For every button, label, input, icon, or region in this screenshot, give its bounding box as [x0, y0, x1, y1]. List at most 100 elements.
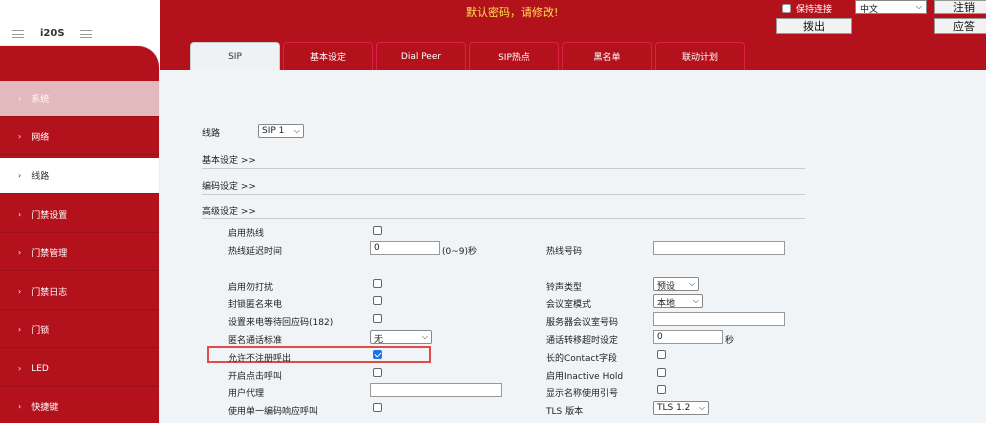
chevron-right-icon: ›: [18, 171, 22, 180]
click-to-call-label: 开启点击呼叫: [228, 372, 283, 382]
chevron-down-icon: ⌵: [692, 296, 699, 305]
hotline-delay-range: (0~9)秒: [442, 247, 478, 257]
chevron-right-icon: ›: [18, 210, 22, 219]
tls-version-select[interactable]: TLS 1.2 ⌵: [653, 401, 709, 415]
inactive-hold-checkbox[interactable]: [657, 368, 666, 377]
sidebar-item-label: 门禁管理: [31, 249, 68, 259]
chevron-right-icon: ›: [18, 132, 22, 141]
keep-connection-toggle[interactable]: 保持连接: [782, 2, 832, 15]
tab-dial-peer[interactable]: Dial Peer: [376, 42, 466, 70]
tab-linkage-plan[interactable]: 联动计划: [655, 42, 745, 70]
conference-mode-value: 本地: [657, 299, 676, 309]
chevron-right-icon: ›: [18, 94, 22, 103]
chevron-down-icon: ⌵: [688, 279, 695, 288]
user-agent-label: 用户代理: [228, 389, 265, 399]
hotline-number-label: 热线号码: [546, 247, 583, 257]
tab-blacklist[interactable]: 黑名单: [562, 42, 652, 70]
chevron-down-icon: ⌵: [293, 126, 300, 135]
keep-connection-checkbox[interactable]: [782, 4, 791, 13]
display-name-quotes-checkbox[interactable]: [657, 385, 666, 394]
section-advanced[interactable]: 高级设定 >>: [202, 204, 256, 217]
dnd-checkbox[interactable]: [373, 279, 382, 288]
long-contact-label: 长的Contact字段: [546, 354, 618, 364]
sidebar-item-label: 快捷键: [31, 403, 59, 413]
chevron-right-icon: ›: [18, 325, 22, 334]
long-contact-checkbox[interactable]: [657, 350, 666, 359]
sidebar-item-door-lock[interactable]: › 门锁: [0, 312, 159, 348]
line-select[interactable]: SIP 1 ⌵: [258, 124, 304, 138]
anonymous-standard-label: 匿名通话标准: [228, 336, 283, 346]
default-password-warning: 默认密码，请修改!: [466, 6, 559, 19]
sidebar-item-label: 网络: [31, 133, 50, 143]
hotline-delay-input[interactable]: 0: [370, 241, 440, 255]
dnd-label: 启用勿打扰: [228, 283, 274, 293]
click-to-call-checkbox[interactable]: [373, 368, 382, 377]
sidebar-item-label: 系统: [31, 95, 50, 105]
sidebar-item-line[interactable]: › 线路: [0, 158, 159, 194]
divider: [202, 194, 805, 195]
ring-type-value: 预设: [657, 282, 676, 292]
server-conference-number-label: 服务器会议室号码: [546, 318, 619, 328]
single-codec-label: 使用单一编码响应呼叫: [228, 407, 319, 417]
chevron-right-icon: ›: [18, 402, 22, 411]
language-value: 中文: [860, 5, 879, 15]
block-anonymous-label: 封锁匿名来电: [228, 300, 283, 310]
tab-sip[interactable]: SIP: [190, 42, 280, 71]
ring-type-select[interactable]: 预设 ⌵: [653, 277, 699, 292]
logout-button[interactable]: 注销: [934, 0, 986, 14]
divider: [202, 218, 805, 219]
server-conference-number-input[interactable]: [653, 312, 785, 326]
device-model: i20S: [40, 28, 65, 39]
transfer-timeout-input[interactable]: 0: [653, 330, 723, 344]
tab-sip-hotspot[interactable]: SIP热点: [469, 42, 559, 70]
line-select-value: SIP 1: [262, 126, 285, 136]
hotline-delay-label: 热线延迟时间: [228, 247, 283, 257]
hotline-enable-checkbox[interactable]: [373, 226, 382, 235]
transfer-timeout-label: 通话转移超时设定: [546, 336, 619, 346]
sidebar-item-network[interactable]: › 网络: [0, 119, 159, 155]
line-label: 线路: [202, 129, 221, 139]
set-wait-code-checkbox[interactable]: [373, 314, 382, 323]
sidebar-item-access-settings[interactable]: › 门禁设置: [0, 197, 159, 233]
chevron-right-icon: ›: [18, 364, 22, 373]
tab-bar: SIP 基本设定 Dial Peer SIP热点 黑名单 联动计划: [190, 42, 745, 71]
sidebar-item-access-management[interactable]: › 门禁管理: [0, 235, 159, 271]
chevron-down-icon: ⌵: [698, 403, 705, 412]
sidebar-item-label: 线路: [31, 172, 50, 182]
tab-basic-settings[interactable]: 基本设定: [283, 42, 373, 70]
menu-lines-icon: [12, 30, 24, 38]
sidebar-item-system[interactable]: › 系统: [0, 81, 159, 117]
answer-button[interactable]: 应答: [934, 18, 986, 34]
sidebar: › 系统 › 网络 › 线路 › 门禁设置 › 门禁管理 › 门禁日志 › 门锁 › LED ›…: [0, 45, 160, 423]
display-name-quotes-label: 显示名称使用引号: [546, 389, 619, 399]
sidebar-item-label: 门禁日志: [31, 288, 68, 298]
section-codec[interactable]: 编码设定 >>: [202, 179, 256, 192]
tls-version-label: TLS 版本: [546, 407, 584, 417]
menu-lines-icon-right: [80, 30, 92, 38]
single-codec-checkbox[interactable]: [373, 403, 382, 412]
anonymous-standard-value: 无: [374, 335, 384, 345]
anonymous-standard-select[interactable]: 无 ⌵: [370, 330, 432, 345]
user-agent-input[interactable]: [370, 383, 502, 397]
dial-button[interactable]: 拨出: [776, 18, 852, 34]
sidebar-item-label: LED: [31, 363, 49, 374]
hotline-number-input[interactable]: [653, 241, 785, 255]
allow-unregistered-call-label: 允许不注册呼出: [228, 354, 292, 364]
hotline-enable-label: 启用热线: [228, 229, 265, 239]
sidebar-item-access-log[interactable]: › 门禁日志: [0, 274, 159, 310]
transfer-timeout-unit: 秒: [725, 336, 735, 346]
sidebar-item-led[interactable]: › LED: [0, 351, 159, 387]
conference-mode-label: 会议室模式: [546, 300, 592, 310]
chevron-down-icon: ⌵: [915, 2, 922, 11]
tls-version-value: TLS 1.2: [657, 403, 691, 413]
set-wait-code-label: 设置来电等待回应码(182): [228, 318, 334, 328]
allow-unregistered-call-checkbox[interactable]: [373, 350, 382, 359]
conference-mode-select[interactable]: 本地 ⌵: [653, 294, 703, 309]
main-content: 线路 SIP 1 ⌵ 基本设定 >> 编码设定 >> 高级设定 >> 启用热线 …: [162, 70, 986, 423]
section-basic[interactable]: 基本设定 >>: [202, 153, 256, 166]
sidebar-item-shortcut-keys[interactable]: › 快捷键: [0, 389, 159, 423]
ring-type-label: 铃声类型: [546, 283, 583, 293]
language-select[interactable]: 中文 ⌵: [855, 0, 927, 15]
block-anonymous-checkbox[interactable]: [373, 296, 382, 305]
inactive-hold-label: 启用Inactive Hold: [546, 372, 624, 382]
